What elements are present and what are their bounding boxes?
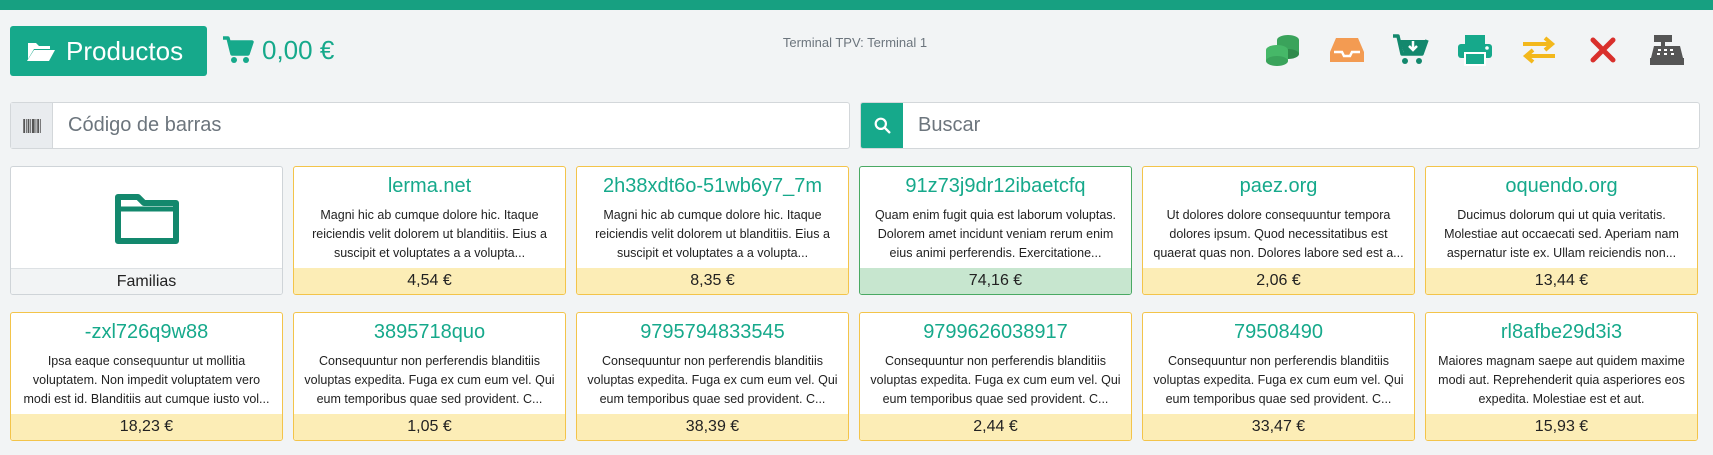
product-name: 9799626038917	[923, 321, 1068, 343]
product-name: rl8afbe29d3i3	[1500, 321, 1623, 343]
product-card[interactable]: lerma.net Magni hic ab cumque dolore hic.…	[293, 166, 566, 295]
coins-button[interactable]	[1251, 28, 1315, 72]
cash-register-icon	[1650, 35, 1684, 65]
product-card[interactable]: -zxl726q9w88 Ipsa eaque consequuntur ut m…	[10, 312, 283, 441]
product-description: Consequuntur non perferendis blanditiis …	[1153, 354, 1404, 406]
product-name: paez.org	[1239, 175, 1318, 197]
product-price: 2,06 €	[1143, 268, 1414, 294]
inbox-button[interactable]	[1315, 28, 1379, 72]
products-button[interactable]: Productos	[10, 26, 207, 76]
product-price: 38,39 €	[577, 414, 848, 440]
product-price: 2,44 €	[860, 414, 1131, 440]
product-name: 2h38xdt6o-51wb6y7_7m	[602, 175, 823, 197]
product-price: 74,16 €	[860, 268, 1131, 294]
product-description: Ducimus dolorum qui ut quia veritatis. M…	[1444, 208, 1679, 260]
top-accent-bar	[0, 0, 1713, 10]
product-card[interactable]: paez.org Ut dolores dolore consequuntur t…	[1142, 166, 1415, 295]
product-description: Ut dolores dolore consequuntur tempora d…	[1153, 208, 1404, 260]
product-description: Quam enim fugit quia est laborum volupta…	[874, 208, 1117, 260]
product-name: oquendo.org	[1505, 175, 1618, 197]
search-input[interactable]	[903, 103, 1699, 148]
product-name: 9795794833545	[640, 321, 785, 343]
cart-summary[interactable]: 0,00 €	[222, 30, 334, 70]
product-price: 4,54 €	[294, 268, 565, 294]
exchange-button[interactable]	[1507, 28, 1571, 72]
product-card[interactable]: oquendo.org Ducimus dolorum qui ut quia v…	[1425, 166, 1698, 295]
families-label: Familias	[11, 268, 282, 294]
terminal-label: Terminal TPV: Terminal 1	[782, 35, 928, 50]
cash-register-button[interactable]	[1635, 28, 1699, 72]
product-card[interactable]: rl8afbe29d3i3 Maiores magnam saepe aut qu…	[1425, 312, 1698, 441]
product-name: 79508490	[1234, 321, 1323, 343]
products-label: Productos	[66, 35, 184, 66]
product-price: 13,44 €	[1426, 268, 1697, 294]
product-name: lerma.net	[387, 175, 472, 197]
product-description: Consequuntur non perferendis blanditiis …	[304, 354, 555, 406]
barcode-input-group	[10, 102, 850, 149]
barcode-addon	[11, 103, 53, 148]
cart-download-button[interactable]	[1379, 28, 1443, 72]
product-price: 33,47 €	[1143, 414, 1414, 440]
cart-total: 0,00 €	[262, 34, 335, 65]
folder-icon	[114, 193, 179, 244]
print-button[interactable]	[1443, 28, 1507, 72]
product-card[interactable]: 91z73j9dr12ibaetcfq Quam enim fugit quia …	[859, 166, 1132, 295]
families-card[interactable]: Familias	[10, 166, 283, 295]
search-icon	[874, 117, 890, 134]
coins-icon	[1266, 35, 1299, 66]
exchange-arrows-icon	[1522, 36, 1556, 64]
product-grid: Familias lerma.net Magni hic ab cumque do…	[10, 166, 1703, 441]
cart-icon	[223, 36, 254, 63]
product-price: 1,05 €	[294, 414, 565, 440]
product-name: -zxl726q9w88	[84, 321, 209, 343]
inbox-tray-icon	[1330, 38, 1364, 62]
close-button[interactable]	[1571, 28, 1635, 72]
printer-icon	[1458, 35, 1492, 66]
toolbar-actions	[1251, 28, 1699, 72]
families-folder	[11, 167, 282, 268]
product-description: Consequuntur non perferendis blanditiis …	[587, 354, 838, 406]
barcode-input[interactable]	[53, 103, 849, 148]
product-price: 15,93 €	[1426, 414, 1697, 440]
product-card[interactable]: 3895718quo Consequuntur non perferendis b…	[293, 312, 566, 441]
product-name: 3895718quo	[373, 321, 486, 343]
product-price: 8,35 €	[577, 268, 848, 294]
cart-download-icon	[1393, 34, 1429, 64]
search-input-group	[860, 102, 1700, 149]
product-card[interactable]: 9799626038917 Consequuntur non perferendi…	[859, 312, 1132, 441]
search-addon[interactable]	[861, 103, 903, 148]
header: Productos 0,00 € Terminal TPV: Terminal …	[0, 10, 1713, 90]
product-description: Maiores magnam saepe aut quidem maxime m…	[1438, 354, 1685, 406]
close-icon	[1590, 37, 1616, 63]
product-name: 91z73j9dr12ibaetcfq	[905, 175, 1086, 197]
product-card[interactable]: 79508490 Consequuntur non perferendis bla…	[1142, 312, 1415, 441]
folder-open-icon	[27, 43, 55, 61]
product-description: Magni hic ab cumque dolore hic. Itaque r…	[312, 208, 547, 260]
barcode-icon	[22, 118, 41, 133]
product-price: 18,23 €	[11, 414, 282, 440]
product-description: Ipsa eaque consequuntur ut mollitia volu…	[23, 354, 270, 406]
product-card[interactable]: 2h38xdt6o-51wb6y7_7m Magni hic ab cumque …	[576, 166, 849, 295]
product-description: Consequuntur non perferendis blanditiis …	[870, 354, 1121, 406]
product-description: Magni hic ab cumque dolore hic. Itaque r…	[595, 208, 830, 260]
product-card[interactable]: 9795794833545 Consequuntur non perferendi…	[576, 312, 849, 441]
